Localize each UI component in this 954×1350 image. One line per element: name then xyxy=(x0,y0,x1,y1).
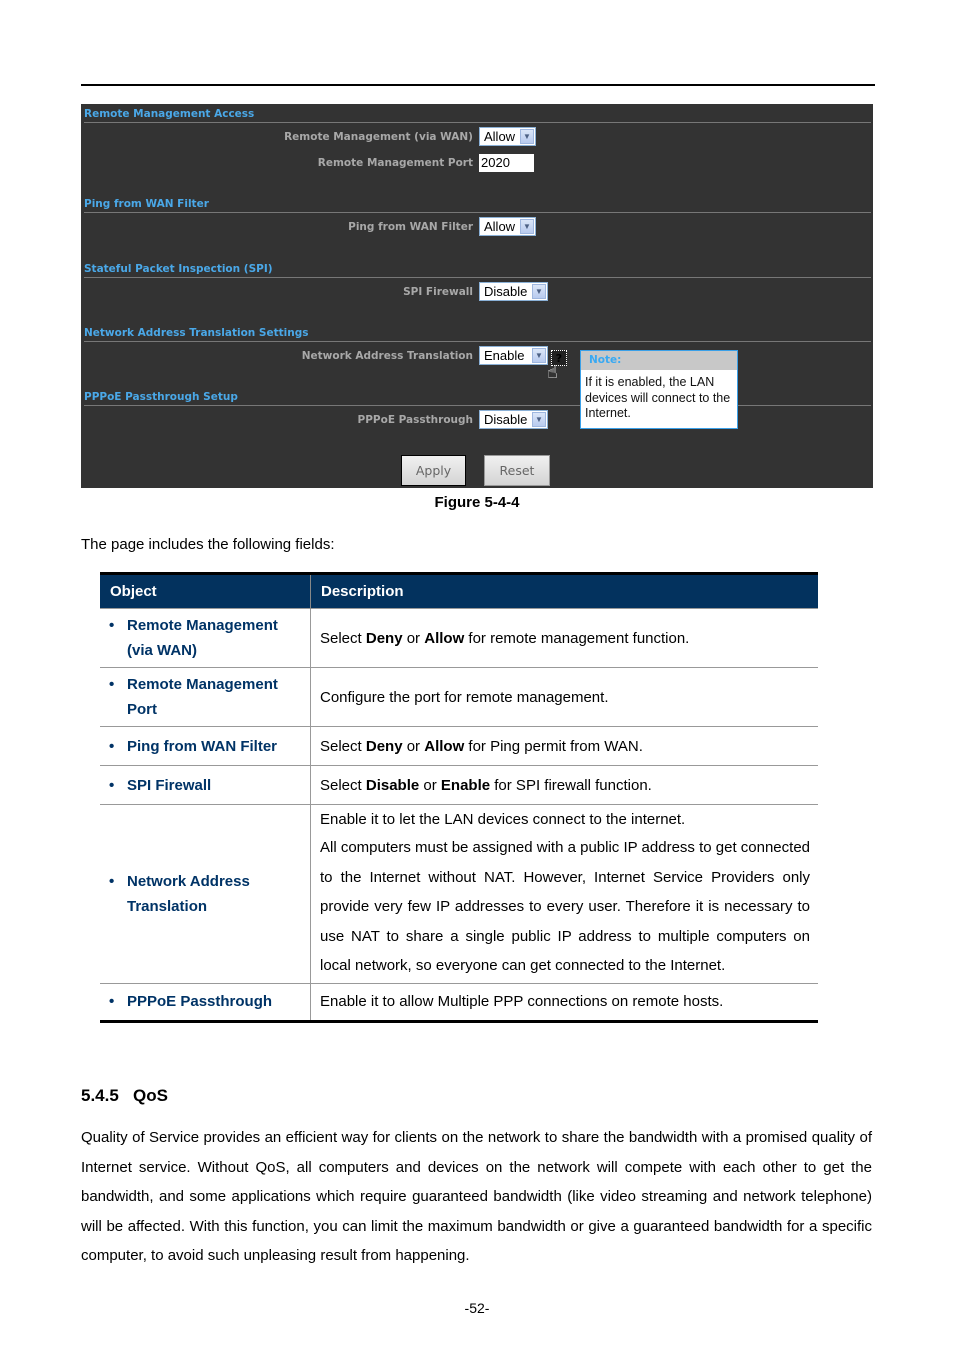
remote-management-label: Remote Management (via WAN) xyxy=(284,131,473,143)
section-title-nat: Network Address Translation Settings xyxy=(84,327,309,339)
page-number: -52- xyxy=(464,1300,490,1316)
table-row: • SPI Firewall Select Disable or Enable f… xyxy=(100,765,818,805)
router-settings-screenshot: Remote Management Access Remote Manageme… xyxy=(81,104,873,488)
section-title-pppoe: PPPoE Passthrough Setup xyxy=(84,391,238,403)
remote-management-select[interactable]: Allow ▼ xyxy=(479,127,536,146)
description: Select Deny or Allow for Ping permit fro… xyxy=(310,726,818,766)
fields-table: Object Description • Remote Management (v… xyxy=(100,572,818,1023)
table-row: • Network Address Translation Enable it t… xyxy=(100,804,818,983)
header-description: Description xyxy=(310,573,818,609)
section-heading: 5.4.5 QoS xyxy=(81,1086,168,1105)
table-row: • PPPoE Passthrough Enable it to allow Mu… xyxy=(100,982,818,1021)
chevron-down-icon: ▼ xyxy=(532,348,546,363)
figure-caption: Figure 5-4-4 xyxy=(434,494,520,511)
ping-filter-label: Ping from WAN Filter xyxy=(348,221,473,233)
bullet-icon: • xyxy=(109,676,115,693)
note-tooltip: Note: If it is enabled, the LAN devices … xyxy=(580,350,738,429)
section-divider xyxy=(84,212,871,213)
bullet-icon: • xyxy=(109,737,115,755)
header-rule xyxy=(81,84,875,86)
object-name: Ping from WAN Filter xyxy=(127,737,277,755)
object-name: Network Address Translation xyxy=(127,872,250,915)
note-body: If it is enabled, the LAN devices will c… xyxy=(585,375,731,420)
table-row: • Remote Management (via WAN) Select Deny… xyxy=(100,608,818,668)
pppoe-label: PPPoE Passthrough xyxy=(357,414,473,426)
spi-firewall-select[interactable]: Disable ▼ xyxy=(479,282,548,301)
ping-filter-select[interactable]: Allow ▼ xyxy=(479,217,536,236)
object-name: Remote Management Port xyxy=(127,676,278,718)
chevron-down-icon: ▼ xyxy=(532,412,546,427)
intro-text: The page includes the following fields: xyxy=(81,536,335,553)
chevron-down-icon: ▼ xyxy=(520,219,534,234)
bullet-icon: • xyxy=(109,776,115,794)
spi-firewall-label: SPI Firewall xyxy=(403,286,473,298)
chevron-down-icon: ▼ xyxy=(532,284,546,299)
object-name: SPI Firewall xyxy=(127,776,212,794)
description: Configure the port for remote management… xyxy=(310,667,818,727)
section-title-ping: Ping from WAN Filter xyxy=(84,198,209,210)
table-row: • Remote Management Port Configure the po… xyxy=(100,667,818,727)
remote-port-label: Remote Management Port xyxy=(317,157,473,169)
nat-select[interactable]: Enable ▼ xyxy=(479,346,548,365)
object-name: Remote Management (via WAN) xyxy=(127,617,278,659)
description: Select Disable or Enable for SPI firewal… xyxy=(310,765,818,805)
bullet-icon: • xyxy=(109,872,115,890)
note-title: Note: xyxy=(581,351,737,370)
header-object: Object xyxy=(100,573,311,609)
section-title-spi: Stateful Packet Inspection (SPI) xyxy=(84,263,273,275)
section-divider xyxy=(84,277,871,278)
hand-cursor-icon: ☝ xyxy=(547,362,558,383)
nat-label: Network Address Translation xyxy=(301,350,473,362)
section-divider xyxy=(84,405,871,406)
reset-button[interactable]: Reset xyxy=(484,455,550,486)
description: Enable it to let the LAN devices connect… xyxy=(310,804,818,983)
chevron-down-icon: ▼ xyxy=(520,129,534,144)
remote-port-input[interactable]: 2020 xyxy=(479,154,534,172)
apply-button[interactable]: Apply xyxy=(401,455,466,486)
pppoe-select[interactable]: Disable ▼ xyxy=(479,410,548,429)
section-divider xyxy=(84,341,871,342)
object-name: PPPoE Passthrough xyxy=(127,993,273,1010)
description: Enable it to allow Multiple PPP connecti… xyxy=(310,982,818,1021)
table-row: • Ping from WAN Filter Select Deny or All… xyxy=(100,726,818,766)
section-paragraph: Quality of Service provides an efficient… xyxy=(81,1129,872,1265)
description: Select Deny or Allow for remote manageme… xyxy=(310,608,818,668)
section-title-remote-management: Remote Management Access xyxy=(84,108,255,120)
section-divider xyxy=(84,122,871,123)
bullet-icon: • xyxy=(109,993,115,1010)
bullet-icon: • xyxy=(109,617,115,634)
